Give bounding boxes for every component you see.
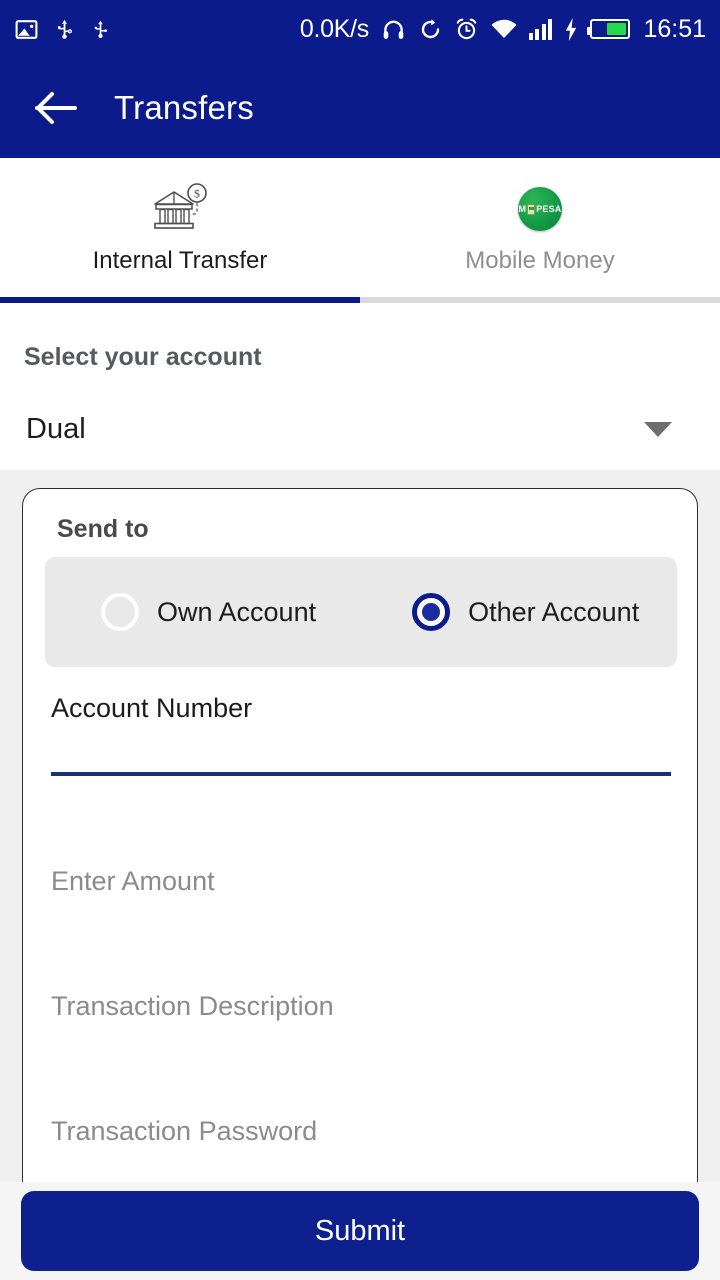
signal-bars-icon (528, 18, 553, 40)
usb-icon (94, 20, 107, 38)
account-number-label: Account Number (51, 693, 253, 723)
app-bar: Transfers (0, 58, 720, 158)
network-speed-label: 0.0K/s (299, 14, 369, 43)
sync-rotate-icon (421, 18, 440, 38)
chevron-down-icon (644, 421, 672, 437)
tab-label-internal-transfer: Internal Transfer (92, 247, 268, 274)
account-number-underline (51, 772, 671, 776)
tab-mobile-money[interactable]: M PESA Mobile Money (360, 158, 720, 303)
radio-option-other-account[interactable]: Other Account (412, 593, 639, 631)
description-field[interactable]: Transaction Description (51, 991, 671, 1022)
submit-bar: Submit (0, 1182, 720, 1280)
radio-label-own-account: Own Account (157, 596, 317, 627)
radio-unselected-icon (101, 593, 139, 631)
password-field[interactable]: Transaction Password (51, 1116, 671, 1147)
send-to-title: Send to (57, 515, 149, 543)
image-icon (15, 19, 38, 39)
mpesa-pesa-letters: PESA (536, 204, 562, 214)
radio-selected-icon (412, 593, 451, 631)
account-select-dropdown[interactable]: Dual (0, 399, 720, 459)
battery-icon (587, 19, 631, 39)
clock-label: 16:51 (643, 14, 706, 43)
send-to-card: Send to Own Account Other Account Accoun… (22, 488, 698, 1198)
radio-option-own-account[interactable]: Own Account (101, 593, 316, 631)
mpesa-logo-icon: M PESA (518, 180, 562, 238)
arrow-left-icon (35, 92, 77, 124)
headphones-icon (383, 20, 404, 39)
tab-internal-transfer[interactable]: $ Internal Transfer (0, 158, 360, 303)
account-number-field[interactable]: Account Number (51, 693, 671, 724)
page-title: Transfers (114, 89, 254, 126)
account-select-section: Select your account Dual (0, 303, 720, 470)
charging-bolt-icon (566, 17, 577, 41)
back-button[interactable] (22, 73, 92, 143)
alarm-clock-icon (456, 18, 477, 39)
wifi-icon (491, 19, 517, 39)
amount-field[interactable]: Enter Amount (51, 866, 671, 897)
account-select-value: Dual (26, 412, 86, 445)
description-placeholder: Transaction Description (51, 991, 334, 1021)
account-select-label: Select your account (24, 343, 262, 371)
app-screen: 0.0K/s 16:51 Transfers $ Internal Transf… (0, 0, 720, 1280)
bank-dollar-icon: $ (151, 180, 209, 238)
status-bar-left-icons (14, 17, 111, 42)
tab-label-mobile-money: Mobile Money (465, 247, 615, 274)
mpesa-chip-glyph (527, 203, 536, 215)
password-placeholder: Transaction Password (51, 1116, 318, 1146)
svg-text:$: $ (194, 187, 200, 201)
usb-debug-icon (57, 19, 72, 39)
amount-placeholder: Enter Amount (51, 866, 215, 896)
status-bar-right-icons: 0.0K/s 16:51 (300, 15, 706, 44)
send-to-radio-group: Own Account Other Account (45, 557, 677, 667)
status-bar: 0.0K/s 16:51 (0, 0, 720, 58)
radio-label-other-account: Other Account (468, 596, 640, 627)
submit-button[interactable]: Submit (21, 1191, 699, 1271)
mpesa-m-letter: M (518, 204, 527, 214)
transfer-type-tabs: $ Internal Transfer M PESA Mobile Money (0, 158, 720, 303)
